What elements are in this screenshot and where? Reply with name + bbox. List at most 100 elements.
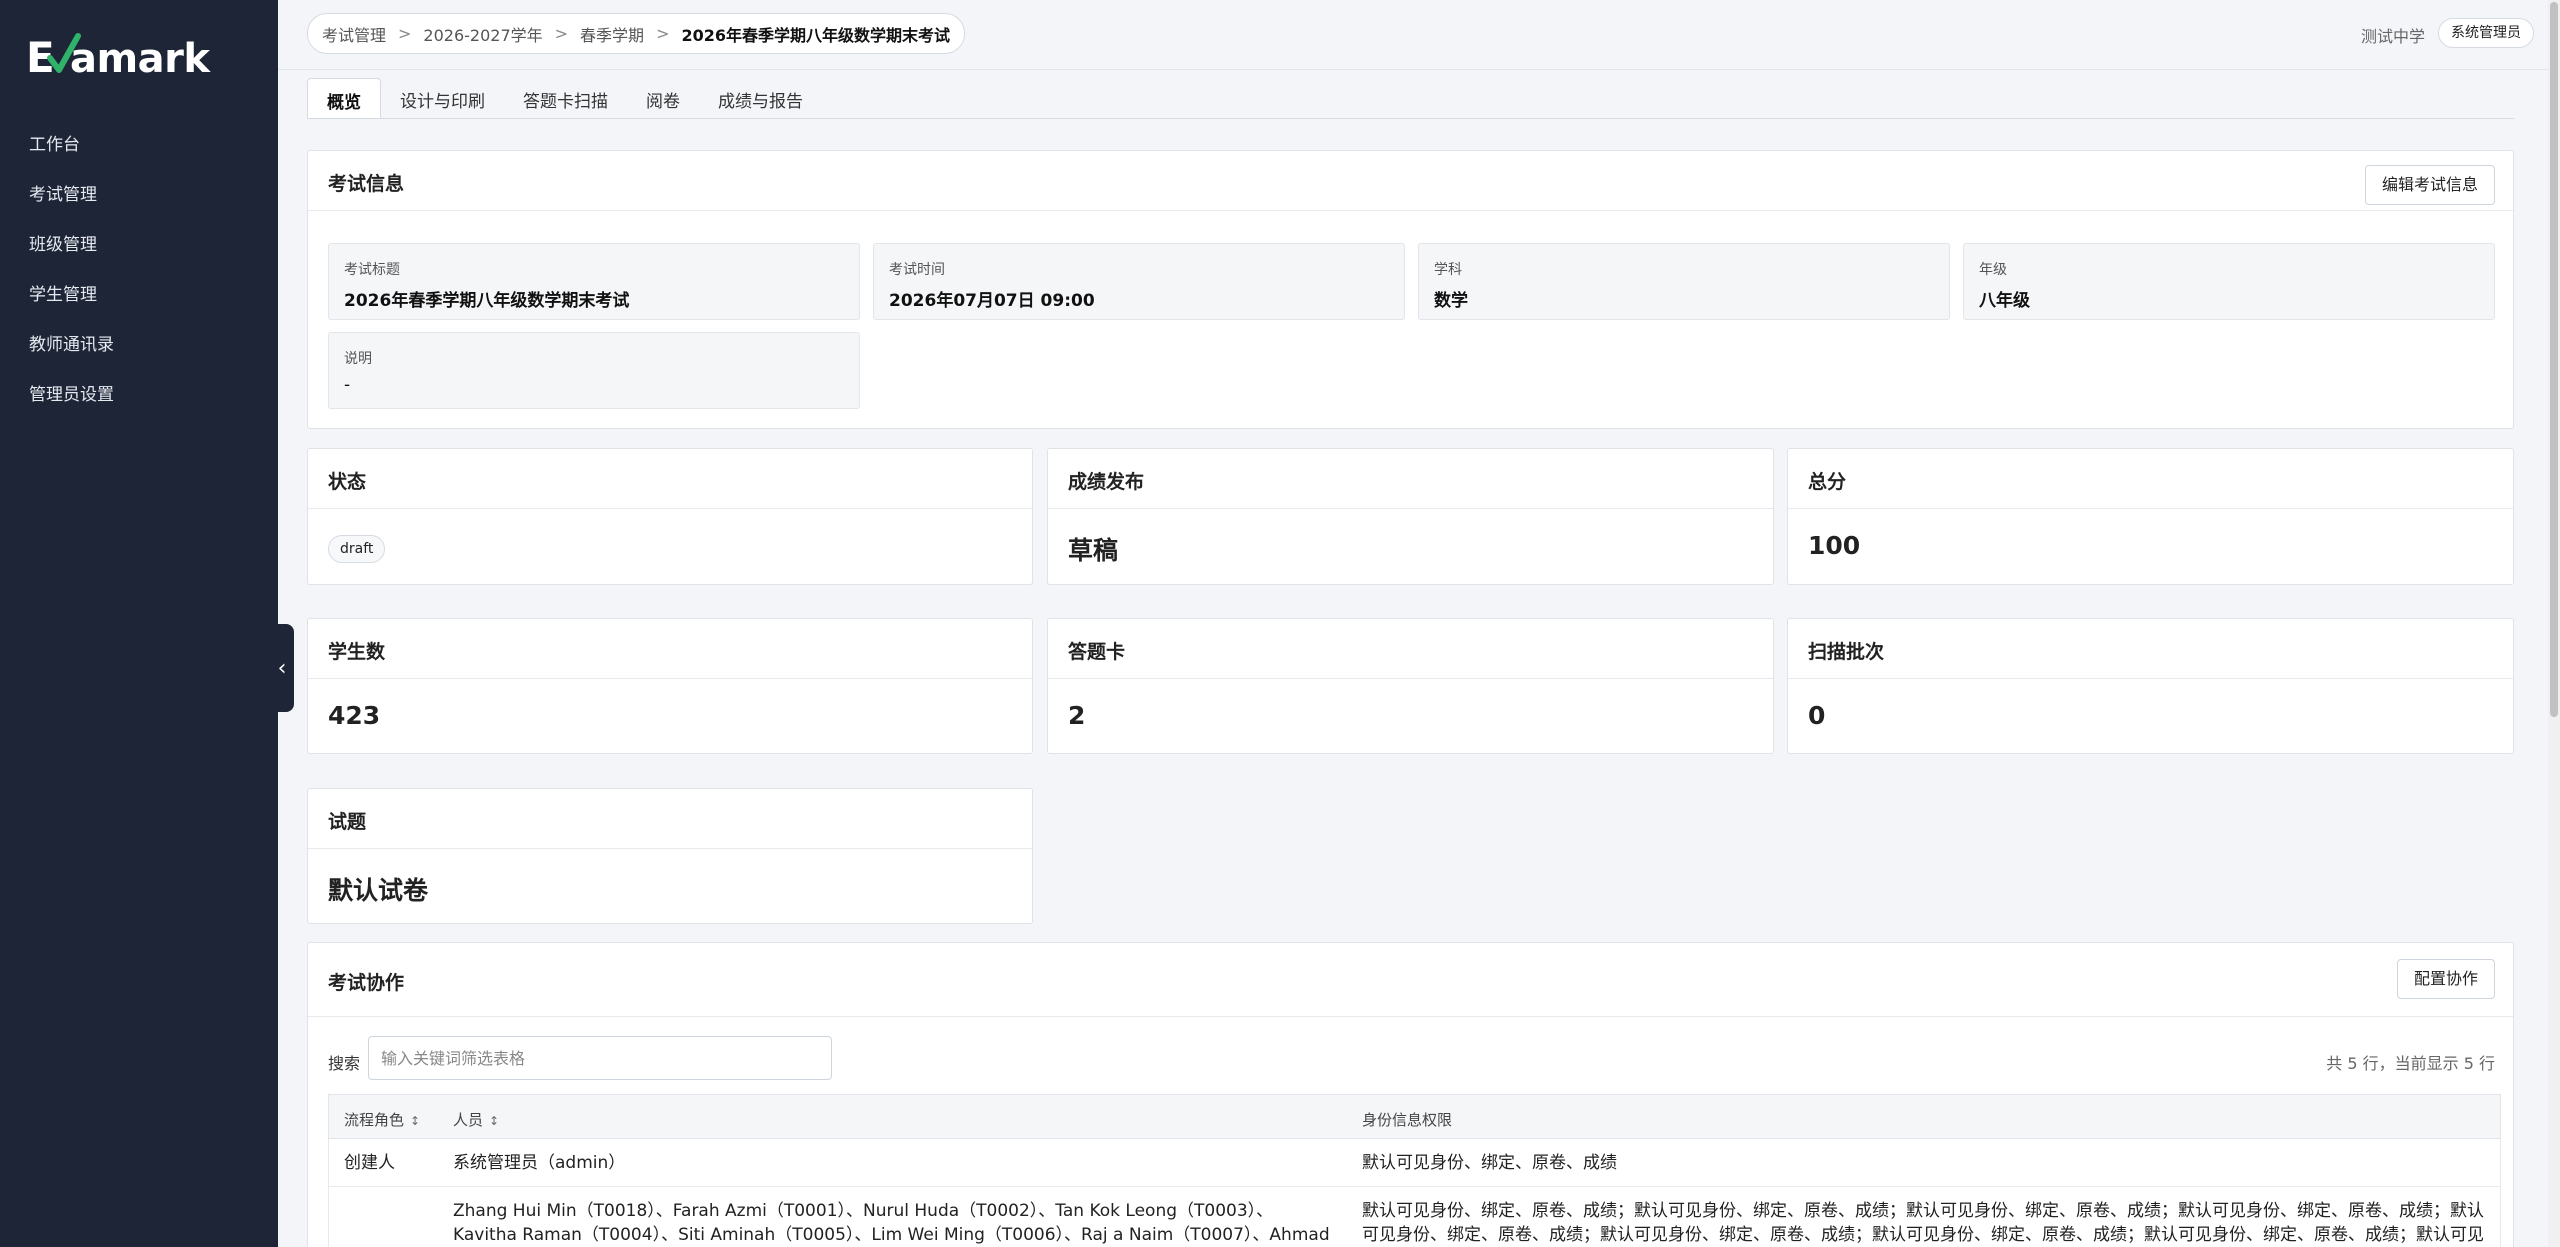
- scan-batch-card: 扫描批次 0: [1787, 618, 2514, 754]
- card-title: 考试协作: [328, 972, 405, 994]
- table-search-input[interactable]: [368, 1036, 832, 1080]
- breadcrumb-item-term[interactable]: 春季学期: [580, 22, 644, 46]
- card-header: 总分: [1788, 449, 2513, 509]
- sidebar-item-exams[interactable]: 考试管理: [0, 170, 278, 220]
- tab-overview[interactable]: 概览: [307, 78, 381, 118]
- answer-sheet-card: 答题卡 2: [1047, 618, 1774, 754]
- field-value: -: [344, 375, 351, 395]
- breadcrumb-separator: >: [398, 24, 412, 43]
- status-badge: draft: [328, 535, 386, 563]
- field-value: 2026年春季学期八年级数学期末考试: [344, 291, 630, 311]
- table-header: 流程角色 ↕ 人员 ↕ 身份信息权限: [328, 1094, 2501, 1139]
- field-label: 说明: [344, 351, 372, 367]
- sort-icon: ↕: [489, 1114, 500, 1128]
- card-header: 考试协作 配置协作: [308, 943, 2513, 1017]
- topbar: 考试管理 > 2026-2027学年 > 春季学期 > 2026年春季学期八年级…: [278, 0, 2548, 70]
- sidebar-item-classes[interactable]: 班级管理: [0, 220, 278, 270]
- breadcrumb: 考试管理 > 2026-2027学年 > 春季学期 > 2026年春季学期八年级…: [307, 13, 966, 54]
- configure-collaboration-button[interactable]: 配置协作: [2396, 959, 2495, 999]
- column-header-label: 人员: [453, 1111, 484, 1129]
- student-count-value: 423: [328, 701, 381, 730]
- card-header: 试题: [308, 789, 1032, 849]
- card-header: 考试信息 编辑考试信息: [308, 151, 2513, 211]
- total-score-card: 总分 100: [1787, 448, 2514, 585]
- card-header: 扫描批次: [1788, 619, 2513, 679]
- field-label: 考试标题: [344, 262, 400, 278]
- row-count-text: 共 5 行，当前显示 5 行: [2326, 1054, 2495, 1073]
- sidebar: E amark 工作台 考试管理 班级管理 学生管理 教师通讯录 管理员设置: [0, 0, 278, 1247]
- publish-card: 成绩发布 草稿: [1047, 448, 1774, 585]
- total-score-value: 100: [1808, 531, 1861, 560]
- table-row: Zhang Hui Min（T0018）、Farah Azmi（T0001）、N…: [328, 1187, 2501, 1247]
- breadcrumb-item-current: 2026年春季学期八年级数学期末考试: [681, 25, 951, 45]
- table-row: 创建人 系统管理员（admin） 默认可见身份、绑定、原卷、成绩: [328, 1139, 2501, 1187]
- students-card: 学生数 423: [307, 618, 1033, 754]
- field-label: 年级: [1979, 262, 2007, 278]
- cell-role: 创建人: [344, 1153, 395, 1173]
- tab-marking[interactable]: 阅卷: [627, 78, 699, 118]
- search-label: 搜索: [328, 1054, 361, 1073]
- tab-sheet-scan[interactable]: 答题卡扫描: [504, 78, 627, 118]
- card-title: 扫描批次: [1808, 641, 1885, 663]
- card-header: 答题卡: [1048, 619, 1773, 679]
- breadcrumb-item-year[interactable]: 2026-2027学年: [423, 22, 542, 46]
- cell-people: Zhang Hui Min（T0018）、Farah Azmi（T0001）、N…: [453, 1201, 1330, 1245]
- cell-permissions: 默认可见身份、绑定、原卷、成绩: [1362, 1153, 1617, 1173]
- svg-text:amark: amark: [70, 36, 211, 82]
- card-header: 状态: [308, 449, 1032, 509]
- answer-sheet-count-value: 2: [1068, 701, 1086, 730]
- column-header-role[interactable]: 流程角色 ↕: [344, 1109, 420, 1130]
- card-title: 状态: [328, 471, 367, 493]
- sidebar-item-admin-settings[interactable]: 管理员设置: [0, 370, 278, 420]
- info-field-description: 说明 -: [328, 332, 860, 409]
- field-value: 八年级: [1979, 291, 2030, 311]
- tab-design-print[interactable]: 设计与印刷: [381, 78, 504, 118]
- collaboration-table: 流程角色 ↕ 人员 ↕ 身份信息权限 创建人 系统管理员（admin） 默认可见身份…: [328, 1094, 2501, 1247]
- breadcrumb-separator: >: [554, 24, 569, 43]
- edit-exam-info-button[interactable]: 编辑考试信息: [2364, 165, 2495, 205]
- column-header-permissions: 身份信息权限: [1362, 1109, 1452, 1130]
- field-value: 数学: [1434, 291, 1468, 311]
- info-field-time: 考试时间 2026年07月07日 09:00: [873, 243, 1405, 320]
- info-field-grade: 年级 八年级: [1963, 243, 2495, 320]
- info-field-subject: 学科 数学: [1418, 243, 1950, 320]
- sidebar-item-workbench[interactable]: 工作台: [0, 120, 278, 170]
- card-header: 学生数: [308, 619, 1032, 679]
- card-title: 成绩发布: [1068, 471, 1145, 493]
- breadcrumb-item-exams[interactable]: 考试管理: [322, 22, 386, 46]
- card-title: 总分: [1808, 471, 1847, 493]
- questions-card: 试题 默认试卷: [307, 788, 1033, 924]
- logo-icon: E amark: [26, 33, 212, 82]
- org-name: 测试中学: [2360, 27, 2425, 46]
- field-label: 考试时间: [889, 262, 945, 278]
- breadcrumb-separator: >: [656, 24, 670, 43]
- info-field-title: 考试标题 2026年春季学期八年级数学期末考试: [328, 243, 860, 320]
- card-title: 答题卡: [1068, 641, 1126, 663]
- column-header-label: 流程角色: [344, 1111, 405, 1129]
- card-title: 考试信息: [328, 173, 405, 195]
- field-label: 学科: [1434, 262, 1462, 278]
- cell-permissions: 默认可见身份、绑定、原卷、成绩；默认可见身份、绑定、原卷、成绩；默认可见身份、绑…: [1362, 1201, 2484, 1245]
- card-title: 试题: [328, 811, 367, 833]
- chevron-left-icon: ‹: [277, 655, 287, 681]
- scan-batch-count-value: 0: [1808, 701, 1826, 730]
- app-logo[interactable]: E amark: [26, 28, 236, 84]
- tabs-divider: [307, 118, 2514, 119]
- status-card: 状态 draft: [307, 448, 1033, 585]
- sort-icon: ↕: [410, 1114, 421, 1128]
- user-role-badge[interactable]: 系统管理员: [2438, 18, 2534, 48]
- exam-tabs: 概览 设计与印刷 答题卡扫描 阅卷 成绩与报告: [307, 78, 822, 118]
- card-title: 学生数: [328, 641, 386, 663]
- page-scrollbar[interactable]: [2548, 0, 2560, 1247]
- publish-status-value: 草稿: [1068, 536, 1119, 565]
- sidebar-item-students[interactable]: 学生管理: [0, 270, 278, 320]
- card-header: 成绩发布: [1048, 449, 1773, 509]
- tab-scores-reports[interactable]: 成绩与报告: [699, 78, 822, 118]
- sidebar-collapse-button[interactable]: ‹: [270, 624, 294, 712]
- scrollbar-thumb[interactable]: [2550, 2, 2558, 717]
- column-header-people[interactable]: 人员 ↕: [453, 1109, 499, 1130]
- cell-people: 系统管理员（admin）: [453, 1153, 626, 1173]
- sidebar-item-teachers[interactable]: 教师通讯录: [0, 320, 278, 370]
- exam-collaboration-card: 考试协作 配置协作 搜索 共 5 行，当前显示 5 行 流程角色 ↕ 人员 ↕ 身份…: [307, 942, 2514, 1247]
- sidebar-nav: 工作台 考试管理 班级管理 学生管理 教师通讯录 管理员设置: [0, 120, 278, 420]
